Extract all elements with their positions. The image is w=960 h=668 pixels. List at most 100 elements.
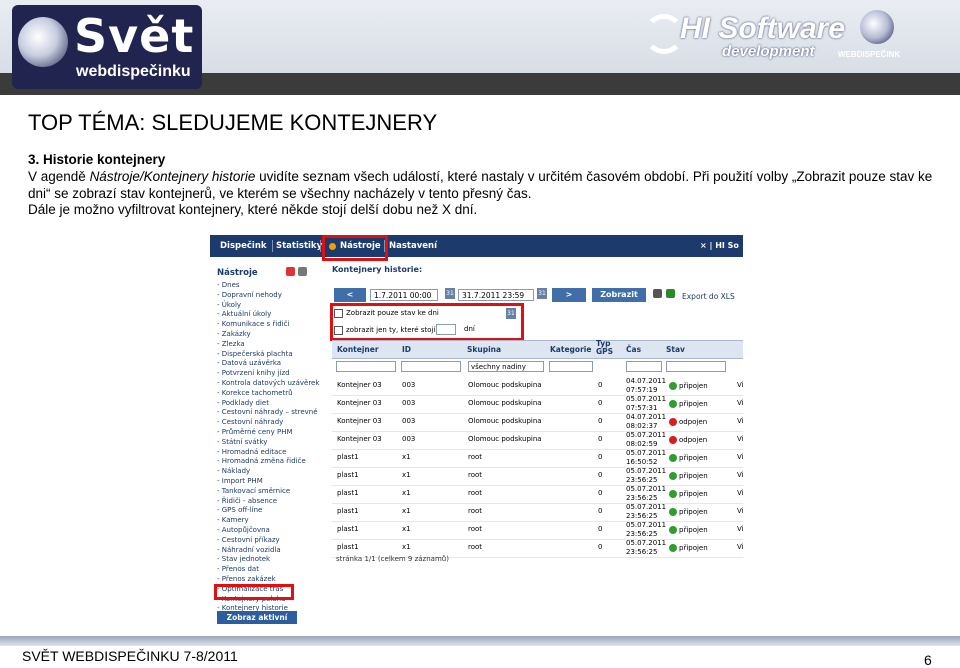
excel-icon[interactable] [666, 289, 675, 298]
table-row[interactable]: Kontejner 03 003 Olomouc podskupina 0 04.07.… [332, 413, 743, 432]
table-row[interactable]: Kontejner 03 003 Olomouc podskupina 0 05.07.… [332, 431, 743, 450]
cell-skupina: root [468, 525, 483, 533]
sidebar-item[interactable]: - Úkoly [217, 301, 332, 311]
sidebar-item[interactable]: - Potvrzení knihy jízd [217, 369, 332, 379]
cell-time: 23:56:25 [626, 493, 658, 502]
sidebar-item[interactable]: - Hromadná změna řidiče [217, 457, 332, 467]
date-to-input[interactable]: 31.7.2011 23:59 [458, 289, 534, 301]
col-stav[interactable]: Stav [666, 345, 685, 354]
cell-kontejner: plast1 [337, 453, 359, 461]
sidebar-item[interactable]: - Cestovní náhrady [217, 418, 332, 428]
cell-typ-gps: 0 [598, 381, 603, 389]
sidebar-item[interactable]: - Tankovací směrnice [217, 487, 332, 497]
cell-kontejner: plast1 [337, 543, 359, 551]
sidebar-item[interactable]: - Podklady diet [217, 399, 332, 409]
sidebar-item[interactable]: - Autopůjčovna [217, 526, 332, 536]
col-cas[interactable]: Čas [626, 345, 641, 354]
sidebar-item[interactable]: - Korekce tachometrů [217, 389, 332, 399]
pager-text: stránka 1/1 (celkem 9 záznamů) [336, 555, 449, 563]
sidebar-item[interactable]: - Dopravní nehody [217, 291, 332, 301]
sidebar-item[interactable]: - Komunikace s řidiči [217, 320, 332, 330]
filter-kontejner[interactable] [336, 361, 396, 372]
para-prefix: V agendě [28, 169, 90, 184]
nav-dispecink[interactable]: Dispečink [220, 241, 267, 251]
sidebar-item[interactable]: - Stav jednotek [217, 555, 332, 565]
prev-button[interactable]: < [334, 288, 366, 302]
calendar-from-icon[interactable]: 31 [445, 288, 455, 299]
sidebar-item[interactable]: - Náklady [217, 467, 332, 477]
slide-title: TOP TÉMA: SLEDUJEME KONTEJNERY [28, 110, 438, 135]
filter-id[interactable] [401, 361, 461, 372]
cell-stav: připojen [669, 508, 708, 516]
sidebar-item[interactable]: - Aktuální úkoly [217, 310, 332, 320]
sidebar-item[interactable]: - Zlezka [217, 340, 332, 350]
sidebar-item[interactable]: - Kontrola datových uzávěrek [217, 379, 332, 389]
sidebar-item[interactable]: - Průměrné ceny PHM [217, 428, 332, 438]
filter-stav[interactable] [666, 361, 726, 372]
nav-right-links[interactable]: × | HI So [700, 241, 739, 250]
folder-icon[interactable] [286, 267, 295, 276]
cell-date: 05.07.2011 [626, 467, 667, 475]
cell-id: 003 [402, 417, 416, 425]
table-row[interactable]: Kontejner 03 003 Olomouc podskupina 0 04.07.… [332, 377, 743, 396]
sidebar-item[interactable]: - Zakázky [217, 330, 332, 340]
sidebar-item[interactable]: - Hromadná editace [217, 448, 332, 458]
nav-nastaveni[interactable]: Nastavení [389, 241, 437, 251]
print-icon[interactable] [653, 289, 662, 298]
highlight-options [330, 303, 524, 341]
cell-typ-gps: 0 [598, 453, 603, 461]
connected-icon [669, 526, 677, 534]
filter-kategorie[interactable] [549, 361, 593, 372]
col-typ-gps[interactable]: Typ GPS [596, 340, 618, 356]
svet-logo-subtitle: webdispečinku [76, 63, 191, 80]
cell-cas: 04.07.2011 07:57:19 [626, 377, 666, 394]
table-row[interactable]: plast1 x1 root 0 05.07.2011 23:56:25 připojen V… [332, 503, 743, 522]
cell-time: 16:50:52 [626, 457, 658, 466]
next-button[interactable]: > [552, 288, 586, 302]
sidebar-item[interactable]: - Import PHM [217, 477, 332, 487]
cell-time: 07:57:31 [626, 403, 658, 412]
sidebar-item[interactable]: - Cestovní příkazy [217, 536, 332, 546]
sidebar-item[interactable]: - Kamery [217, 516, 332, 526]
sidebar-item[interactable]: - GPS off-line [217, 506, 332, 516]
nav-statistiky[interactable]: Statistiky [276, 241, 322, 251]
sidebar-item[interactable]: - Řidiči - absence [217, 497, 332, 507]
table-row[interactable]: plast1 x1 root 0 05.07.2011 23:56:25 připojen V… [332, 467, 743, 486]
cell-stav: připojen [669, 400, 708, 408]
col-kategorie[interactable]: Kategorie [550, 345, 591, 354]
table-row[interactable]: plast1 x1 root 0 05.07.2011 23:56:25 připojen V… [332, 521, 743, 540]
calendar-to-icon[interactable]: 31 [537, 288, 547, 299]
cell-stav-label: odpojen [679, 436, 708, 444]
col-kontejner[interactable]: Kontejner [337, 345, 379, 354]
cell-date: 05.07.2011 [626, 485, 667, 493]
sidebar-item[interactable]: - Přenos dat [217, 565, 332, 575]
col-id[interactable]: ID [402, 345, 411, 354]
cell-id: x1 [402, 453, 411, 461]
date-from-input[interactable]: 1.7.2011 00:00 [370, 289, 438, 301]
sidebar-item[interactable]: - Datová uzávěrka [217, 359, 332, 369]
cell-date: 05.07.2011 [626, 539, 667, 547]
sidebar-item[interactable]: - Náhradní vozidla [217, 546, 332, 556]
filter-cas[interactable] [626, 361, 662, 372]
col-skupina[interactable]: Skupina [467, 345, 501, 354]
cell-view: Vi [737, 543, 743, 551]
table-row[interactable]: plast1 x1 root 0 05.07.2011 23:56:25 připojen V… [332, 485, 743, 504]
sidebar-item[interactable]: - Dispečerská plachta [217, 350, 332, 360]
cell-skupina: Olomouc podskupina [468, 435, 542, 443]
sidebar-item[interactable]: - Státní svátky [217, 438, 332, 448]
show-active-button[interactable]: Zobraz aktivní [217, 611, 297, 624]
cell-typ-gps: 0 [598, 435, 603, 443]
cell-id: x1 [402, 543, 411, 551]
cell-stav-label: odpojen [679, 418, 708, 426]
export-link[interactable]: Export do XLS [682, 292, 735, 301]
sidebar-item[interactable]: - Dnes [217, 281, 332, 291]
connected-icon [669, 472, 677, 480]
table-row[interactable]: Kontejner 03 003 Olomouc podskupina 0 05.07.… [332, 395, 743, 414]
cell-cas: 04.07.2011 08:02:37 [626, 413, 666, 430]
show-button[interactable]: Zobrazit [592, 288, 646, 302]
table-row[interactable]: plast1 x1 root 0 05.07.2011 16:50:52 připojen V… [332, 449, 743, 468]
hi-development-text: development [722, 43, 815, 60]
sidebar-item[interactable]: - Cestovní náhrady – strevné [217, 408, 332, 418]
settings-icon[interactable] [298, 267, 307, 276]
filter-group-select[interactable]: všechny nadiny [468, 361, 544, 372]
